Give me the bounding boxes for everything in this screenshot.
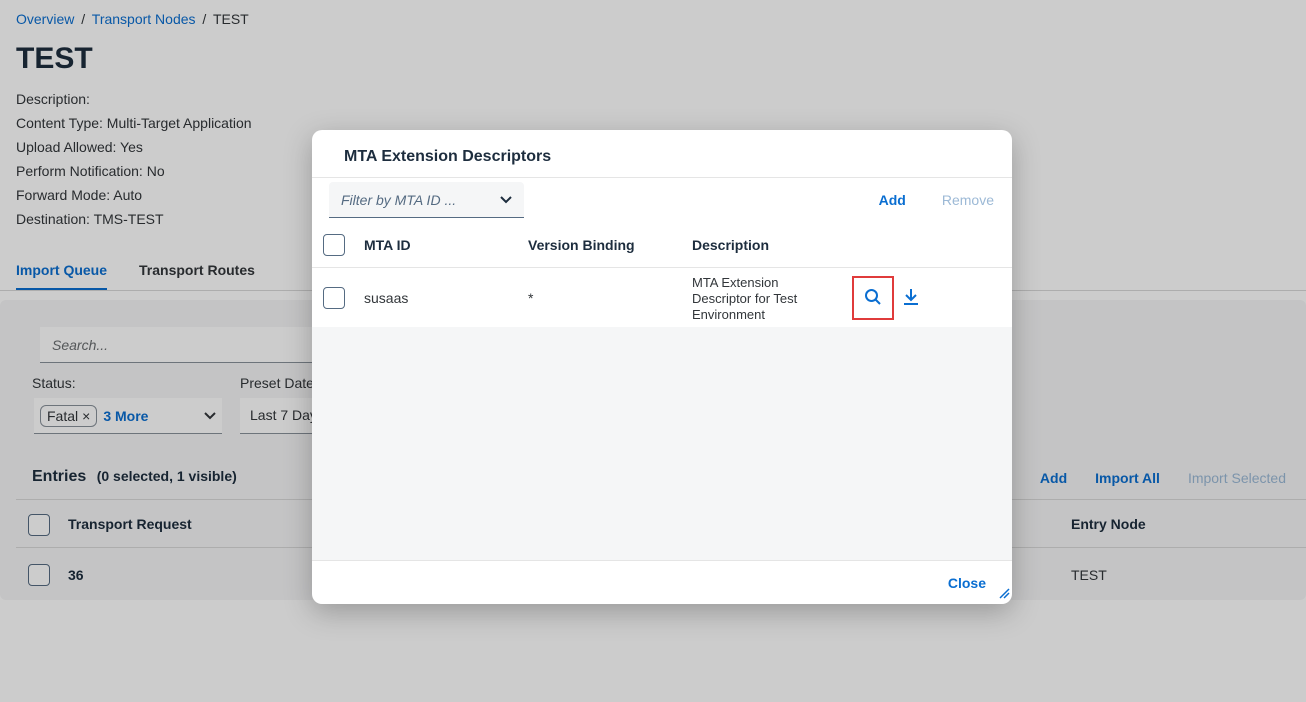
- row-checkbox[interactable]: [323, 287, 345, 309]
- filter-placeholder: Filter by MTA ID ...: [341, 191, 457, 208]
- description-cell: MTA Extension Descriptor for Test Enviro…: [692, 275, 798, 322]
- download-descriptor-button[interactable]: [890, 276, 932, 320]
- resize-handle-icon[interactable]: [998, 586, 1010, 602]
- select-all-checkbox[interactable]: [323, 234, 345, 256]
- mta-extension-descriptors-dialog: MTA Extension Descriptors Filter by MTA …: [312, 130, 1012, 604]
- add-descriptor-button[interactable]: Add: [879, 192, 906, 208]
- view-descriptor-button[interactable]: [852, 276, 894, 320]
- mta-id-cell: susaas: [364, 290, 409, 306]
- search-icon: [864, 288, 882, 309]
- close-button[interactable]: Close: [948, 575, 986, 591]
- version-binding-cell: *: [528, 290, 534, 306]
- table-row[interactable]: susaas * MTA Extension Descriptor for Te…: [312, 269, 1012, 327]
- dialog-header-divider: [312, 177, 1012, 178]
- download-icon: [903, 288, 919, 309]
- dialog-title: MTA Extension Descriptors: [344, 148, 552, 165]
- dialog-footer: Close: [312, 560, 1012, 604]
- filter-mta-id-select[interactable]: Filter by MTA ID ...: [329, 182, 524, 218]
- remove-descriptor-button[interactable]: Remove: [942, 192, 994, 208]
- column-description[interactable]: Description: [692, 237, 769, 253]
- chevron-down-icon[interactable]: [500, 193, 512, 207]
- descriptor-table-header: MTA ID Version Binding Description: [312, 222, 1012, 268]
- column-mta-id[interactable]: MTA ID: [364, 237, 411, 253]
- dialog-toolbar-actions: Add Remove: [879, 192, 994, 208]
- column-version-binding[interactable]: Version Binding: [528, 237, 635, 253]
- table-empty-area: [312, 327, 1012, 560]
